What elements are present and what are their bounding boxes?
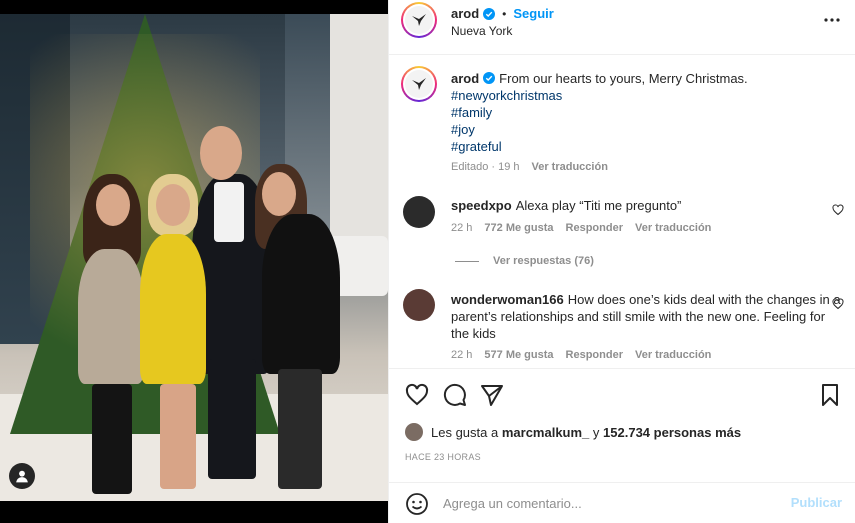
view-replies-label: Ver respuestas (76) xyxy=(493,255,594,267)
heart-icon[interactable] xyxy=(832,298,844,310)
comment-meta: 22 h 577 Me gusta Responder Ver traducci… xyxy=(451,349,711,361)
caption-username[interactable]: arod xyxy=(451,71,479,86)
comment-time: 22 h xyxy=(451,349,473,361)
liker-avatar xyxy=(405,423,423,441)
comment-text: Alexa play “Titi me pregunto” xyxy=(515,198,682,213)
comment-likes[interactable]: 577 Me gusta xyxy=(484,349,553,361)
photo-wall xyxy=(330,14,388,244)
user-icon xyxy=(16,470,28,483)
view-replies-button[interactable]: Ver respuestas (76) xyxy=(455,255,594,267)
person-1-head xyxy=(96,184,130,226)
likes-summary[interactable]: Les gusta a marcmalkum_ y 152.734 person… xyxy=(405,423,741,441)
like-heart-icon[interactable] xyxy=(405,383,429,407)
post-image xyxy=(0,14,388,501)
replies-line xyxy=(455,260,479,262)
post-header: arod • Seguir Nueva York xyxy=(389,0,855,55)
caption-translate-link[interactable]: Ver traducción xyxy=(532,161,608,173)
save-bookmark-icon[interactable] xyxy=(818,383,842,407)
bird-logo-icon xyxy=(412,14,426,26)
reply-button[interactable]: Responder xyxy=(566,222,623,234)
translate-link[interactable]: Ver traducción xyxy=(635,222,711,234)
post-location[interactable]: Nueva York xyxy=(451,24,512,38)
liker-username[interactable]: marcmalkum_ xyxy=(502,425,589,440)
caption: arod From our hearts to yours, Merry Chri… xyxy=(451,70,841,155)
comments-section[interactable]: arod From our hearts to yours, Merry Chri… xyxy=(389,56,855,368)
comment-username[interactable]: speedxpo xyxy=(451,198,512,213)
follow-button[interactable]: Seguir xyxy=(513,6,553,21)
more-horizontal-icon xyxy=(824,18,840,22)
person-4-head xyxy=(262,172,296,216)
comment-input[interactable] xyxy=(443,492,773,514)
comment-likes[interactable]: 772 Me gusta xyxy=(484,222,553,234)
verified-badge-icon xyxy=(483,72,496,84)
comment-avatar[interactable] xyxy=(403,289,435,321)
likes-count[interactable]: 152.734 personas más xyxy=(603,425,741,440)
caption-text: From our hearts to yours, Merry Christma… xyxy=(499,71,748,86)
post-photo[interactable] xyxy=(0,0,388,523)
author-avatar[interactable] xyxy=(401,2,437,38)
comment-time: 22 h xyxy=(451,222,473,234)
post-side-panel: arod • Seguir Nueva York arod From our he… xyxy=(388,0,855,523)
heart-icon[interactable] xyxy=(832,204,844,216)
reply-button[interactable]: Responder xyxy=(566,349,623,361)
person-3-shirt xyxy=(214,182,244,242)
hashtag-link[interactable]: #joy xyxy=(451,121,841,138)
author-name-row: arod • Seguir xyxy=(451,6,554,21)
person-1-legs xyxy=(92,384,132,494)
comment: speedxpo Alexa play “Titi me pregunto” xyxy=(451,197,841,214)
post-actions xyxy=(389,368,855,418)
likes-middle: y xyxy=(592,424,600,440)
likes-prefix: Les gusta a xyxy=(431,424,499,440)
add-comment-bar: Publicar xyxy=(389,482,855,523)
post-timestamp[interactable]: HACE 23 HORAS xyxy=(405,452,481,462)
bird-logo-icon xyxy=(412,78,426,90)
hashtag-link[interactable]: #family xyxy=(451,104,841,121)
separator-dot: • xyxy=(502,6,507,21)
caption-edited-time: Editado · 19 h xyxy=(451,161,520,173)
person-1-dress xyxy=(78,249,144,384)
person-2-dress xyxy=(140,234,206,384)
author-username[interactable]: arod xyxy=(451,6,479,21)
hashtag-link[interactable]: #newyorkchristmas xyxy=(451,87,841,104)
comment: wonderwoman166 How does one’s kids deal w… xyxy=(451,291,841,342)
person-4-dress xyxy=(262,214,340,374)
person-3-legs xyxy=(208,359,256,479)
hashtag-link[interactable]: #grateful xyxy=(451,138,841,155)
comment-username[interactable]: wonderwoman166 xyxy=(451,292,564,307)
person-2-legs xyxy=(160,384,196,489)
caption-meta: Editado · 19 h Ver traducción xyxy=(451,161,608,173)
tagged-users-button[interactable] xyxy=(9,463,35,489)
verified-badge-icon xyxy=(483,7,496,20)
translate-link[interactable]: Ver traducción xyxy=(635,349,711,361)
emoji-icon[interactable] xyxy=(405,492,429,516)
comment-bubble-icon[interactable] xyxy=(443,383,467,407)
share-paper-plane-icon[interactable] xyxy=(480,383,504,407)
comment-meta: 22 h 772 Me gusta Responder Ver traducci… xyxy=(451,222,711,234)
comment-avatar[interactable] xyxy=(403,196,435,228)
publish-button[interactable]: Publicar xyxy=(791,495,842,510)
more-options-button[interactable] xyxy=(822,10,842,30)
person-2-head xyxy=(156,184,190,226)
person-3-head xyxy=(200,126,242,180)
caption-author-avatar[interactable] xyxy=(401,66,437,102)
person-4-legs xyxy=(278,369,322,489)
